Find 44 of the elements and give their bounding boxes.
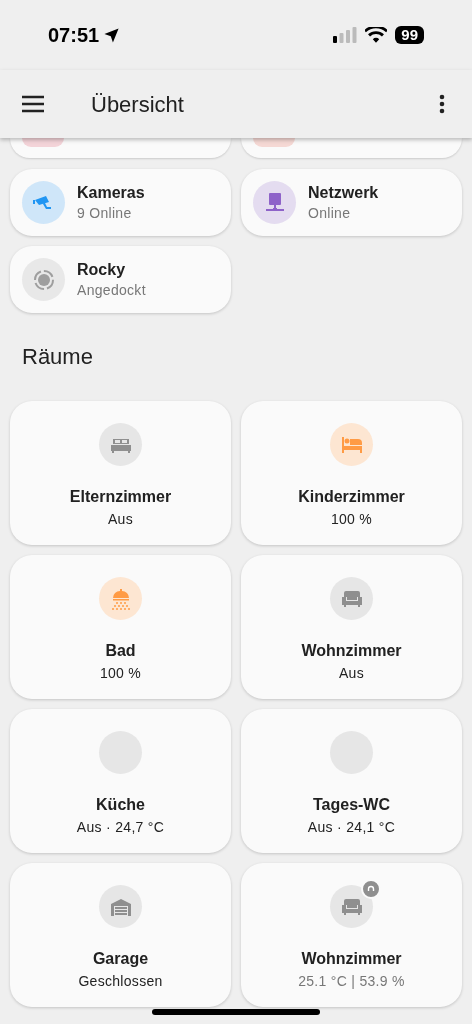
room-name: Elternzimmer (69, 487, 172, 507)
entity-tile[interactable]: Kameras 9 Online (10, 169, 231, 236)
section-heading: Räume (22, 343, 94, 371)
tile-name: Kameras (77, 182, 145, 203)
tile-state: Angedockt (77, 280, 146, 300)
room-card[interactable]: Bad 100 % (10, 555, 231, 699)
menu-icon (21, 95, 45, 113)
room-state: Aus · 24,7 °C (76, 818, 165, 836)
tile-name: Rocky (77, 259, 127, 280)
room-card[interactable]: Wohnzimmer Aus (241, 555, 462, 699)
battery-indicator: 99 (395, 26, 424, 44)
room-name: Kinderzimmer (298, 487, 405, 507)
more-icon (439, 94, 445, 114)
room-state: Aus (108, 510, 133, 528)
robot-vacuum-icon (31, 267, 56, 292)
status-time: 07:51 (48, 23, 100, 48)
tile-name: Netzwerk (308, 182, 379, 203)
room-name: Küche (96, 795, 145, 815)
room-name: Garage (92, 949, 149, 969)
room-name: Tages-WC (312, 795, 390, 815)
room-state: Aus (339, 664, 364, 682)
room-name: Wohnzimmer (301, 641, 402, 661)
room-card[interactable]: Küche Aus · 24,7 °C (10, 709, 231, 853)
room-state: 100 % (99, 664, 142, 682)
room-name: Wohnzimmer (301, 949, 402, 969)
room-state: 25.1 °C | 53.9 % (298, 972, 405, 990)
room-name: Bad (105, 641, 136, 661)
room-card[interactable]: Garage Geschlossen (10, 863, 231, 1007)
entity-tile[interactable]: Netzwerk Online (241, 169, 462, 236)
page-title: Übersicht (91, 90, 185, 119)
tile-state: Online (308, 203, 352, 223)
room-state: 100 % (330, 510, 373, 528)
room-card[interactable]: Tages-WC Aus · 24,1 °C (241, 709, 462, 853)
tile-state: 9 Online (77, 203, 133, 223)
room-card[interactable]: Elternzimmer Aus (10, 401, 231, 545)
room-card[interactable]: Wohnzimmer 25.1 °C | 53.9 % (241, 863, 462, 1007)
room-state: Geschlossen (78, 972, 163, 990)
status-badge (361, 879, 381, 899)
room-card[interactable]: Kinderzimmer 100 % (241, 401, 462, 545)
signal-icon (333, 27, 358, 43)
entity-tile[interactable]: Rocky Angedockt (10, 246, 231, 313)
room-state: Aus · 24,1 °C (307, 818, 396, 836)
wifi-icon (365, 27, 388, 43)
location-arrow-icon (103, 26, 121, 44)
